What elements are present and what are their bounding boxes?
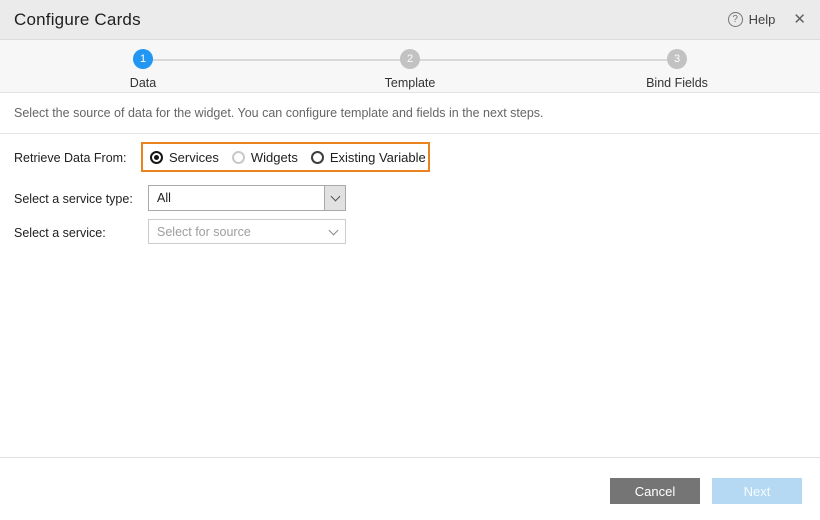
footer-divider	[0, 457, 820, 458]
description-text: Select the source of data for the widget…	[14, 106, 544, 120]
step-template-label: Template	[385, 76, 436, 90]
retrieve-data-label: Retrieve Data From:	[14, 151, 127, 165]
section-divider	[0, 133, 820, 134]
radio-services[interactable]: Services	[150, 150, 219, 165]
radio-widgets-label: Widgets	[251, 150, 298, 165]
close-icon[interactable]: ✕	[793, 12, 806, 27]
radio-existing-variable-label: Existing Variable	[330, 150, 426, 165]
help-button[interactable]: ? Help	[728, 12, 776, 27]
step-bind-fields-label: Bind Fields	[646, 76, 708, 90]
radio-existing-variable[interactable]: Existing Variable	[311, 150, 426, 165]
radio-selected-icon	[150, 151, 163, 164]
help-icon: ?	[728, 12, 743, 27]
step-data-label: Data	[130, 76, 156, 90]
retrieve-data-radio-group-highlight: Services Widgets Existing Variable	[141, 142, 430, 172]
step-template-circle: 2	[400, 49, 420, 69]
service-type-selected-value: All	[149, 186, 324, 210]
header-actions: ? Help ✕	[728, 12, 806, 27]
cancel-button[interactable]: Cancel	[610, 478, 700, 504]
radio-unselected-icon	[311, 151, 324, 164]
wizard-stepper: 1 Data 2 Template 3 Bind Fields	[0, 40, 820, 93]
service-select[interactable]: Select for source	[148, 219, 346, 244]
service-select-placeholder: Select for source	[157, 225, 251, 239]
chevron-down-icon	[330, 192, 340, 202]
radio-services-label: Services	[169, 150, 219, 165]
dialog-header: Configure Cards ? Help ✕	[0, 0, 820, 40]
step-bind-fields-circle: 3	[667, 49, 687, 69]
help-label: Help	[749, 12, 776, 27]
next-button[interactable]: Next	[712, 478, 802, 504]
radio-disabled-icon	[232, 151, 245, 164]
chevron-down-icon	[329, 225, 339, 235]
radio-widgets[interactable]: Widgets	[232, 150, 298, 165]
step-data-circle: 1	[133, 49, 153, 69]
service-label: Select a service:	[14, 226, 106, 240]
service-type-label: Select a service type:	[14, 192, 133, 206]
service-type-select[interactable]: All	[148, 185, 346, 211]
select-arrow-button[interactable]	[324, 186, 345, 210]
page-title: Configure Cards	[14, 10, 141, 30]
